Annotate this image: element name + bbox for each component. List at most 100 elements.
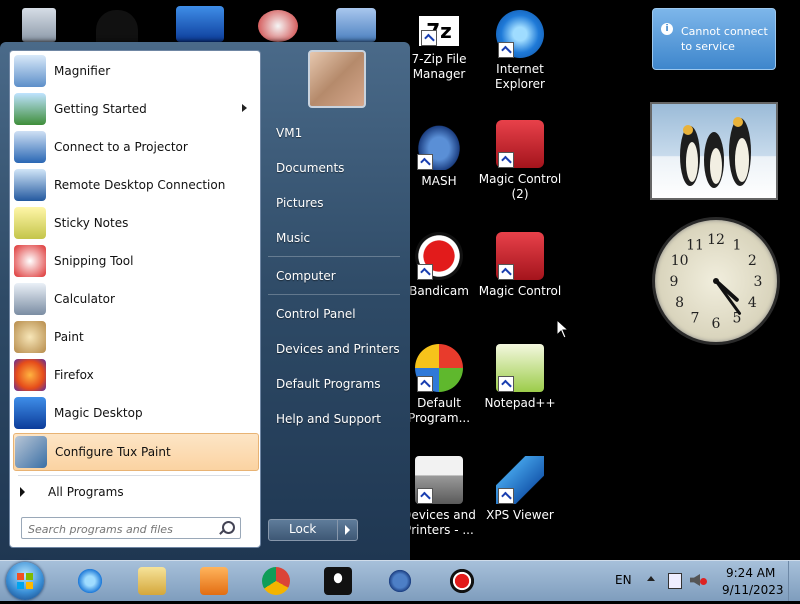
clock-numeral: 11 — [686, 238, 704, 254]
tux-icon[interactable] — [96, 10, 138, 42]
divider — [268, 256, 400, 257]
divider — [18, 475, 250, 476]
program-item-label: Firefox — [54, 368, 94, 382]
program-item-label: Magic Desktop — [54, 406, 143, 420]
bandicam-icon — [448, 567, 476, 595]
mouse-cursor-icon — [556, 319, 570, 339]
network-icon[interactable] — [668, 573, 682, 589]
desktop-icon-magic-control[interactable]: Magic Control — [478, 232, 562, 299]
language-indicator[interactable]: EN — [615, 573, 632, 587]
scissors-icon — [14, 245, 46, 277]
snipping-tool-icon[interactable] — [258, 10, 298, 42]
program-item-label: Paint — [54, 330, 84, 344]
program-item-label: Connect to a Projector — [54, 140, 188, 154]
desktop-icon-xps-viewer[interactable]: XPS Viewer — [478, 456, 562, 523]
internet-explorer-icon — [76, 567, 104, 595]
desktop-icon-magic-control-2[interactable]: Magic Control (2) — [478, 120, 562, 202]
clock-numeral: 12 — [707, 232, 725, 248]
clock-numeral: 10 — [671, 253, 689, 269]
start-right-item[interactable]: VM1 — [276, 126, 302, 140]
default-programs-icon — [415, 344, 463, 392]
start-button[interactable] — [6, 562, 44, 600]
recycle-bin-icon[interactable] — [22, 8, 56, 42]
start-right-item[interactable]: Control Panel — [276, 307, 356, 321]
desktop-icon-internet-explorer[interactable]: Internet Explorer — [478, 10, 562, 92]
start-right-item[interactable]: Devices and Printers — [276, 342, 400, 356]
clock-numeral: 3 — [754, 274, 763, 290]
clock-face: 12 1234567891011 — [670, 232, 763, 332]
program-item[interactable]: Remote Desktop Connection — [13, 167, 257, 203]
taskbar-app[interactable] — [380, 564, 420, 598]
clock-numeral: 7 — [691, 310, 700, 326]
program-item[interactable]: Connect to a Projector — [13, 129, 257, 165]
show-hidden-icons-arrow[interactable] — [647, 576, 655, 581]
start-right-item[interactable]: Help and Support — [276, 412, 381, 426]
internet-explorer-icon — [496, 10, 544, 58]
shutdown-options-arrow[interactable] — [337, 520, 357, 540]
program-item[interactable]: Calculator — [13, 281, 257, 317]
magic-desktop-icon[interactable] — [176, 6, 224, 42]
projector-icon — [14, 131, 46, 163]
mash-icon — [415, 122, 463, 170]
file-explorer-icon — [138, 567, 166, 595]
divider — [268, 294, 400, 295]
program-item[interactable]: Configure Tux Paint — [13, 433, 259, 471]
printer-icon — [415, 456, 463, 504]
taskbar: EN 9:24 AM 9/11/2023 — [0, 560, 800, 601]
clock-numeral: 2 — [748, 253, 757, 269]
program-item-label: Snipping Tool — [54, 254, 134, 268]
notification-line2: to service — [681, 40, 735, 53]
clock-center-pin — [713, 278, 719, 284]
triangle-right-icon — [20, 487, 25, 497]
mute-x-icon — [700, 578, 707, 585]
music-icon[interactable] — [336, 8, 376, 42]
program-item[interactable]: Getting Started — [13, 91, 257, 127]
magnifier-icon — [14, 55, 46, 87]
getting-started-icon — [14, 93, 46, 125]
chrome-icon — [262, 567, 290, 595]
magic-desktop-icon — [14, 397, 46, 429]
start-menu-programs-pane: Magnifier Getting Started Connect to a Pro… — [9, 50, 261, 548]
media-player-icon — [200, 567, 228, 595]
search-icon[interactable] — [222, 521, 235, 534]
clock-numeral: 8 — [675, 295, 684, 311]
tux-icon — [324, 567, 352, 595]
start-right-item[interactable]: Default Programs — [276, 377, 381, 391]
volume-muted-icon[interactable] — [690, 574, 700, 586]
desktop-icon-notepadpp[interactable]: Notepad++ — [478, 344, 562, 411]
start-right-item[interactable]: Pictures — [276, 196, 324, 210]
program-item[interactable]: Magnifier — [13, 53, 257, 89]
program-item[interactable]: Paint — [13, 319, 257, 355]
program-item-label: Calculator — [54, 292, 115, 306]
clock-date[interactable]: 9/11/2023 — [722, 583, 784, 597]
user-account-picture[interactable] — [308, 50, 366, 108]
start-right-item[interactable]: Computer — [276, 269, 336, 283]
taskbar-app[interactable] — [132, 564, 172, 598]
taskbar-app[interactable] — [318, 564, 358, 598]
start-right-item[interactable]: Music — [276, 231, 310, 245]
show-desktop-button[interactable] — [788, 561, 800, 601]
program-item[interactable]: Firefox — [13, 357, 257, 393]
penguins-photo — [680, 117, 751, 188]
notepadpp-icon — [496, 344, 544, 392]
program-item-label: Sticky Notes — [54, 216, 129, 230]
search-input[interactable] — [22, 520, 218, 539]
lock-button[interactable]: Lock — [268, 519, 358, 541]
taskbar-app[interactable] — [194, 564, 234, 598]
taskbar-app[interactable] — [256, 564, 296, 598]
magic-control-icon — [496, 120, 544, 168]
clock-time[interactable]: 9:24 AM — [726, 566, 775, 580]
all-programs-button[interactable]: All Programs — [10, 481, 258, 505]
xps-viewer-icon — [496, 456, 544, 504]
search-programs-box[interactable] — [21, 517, 241, 539]
slideshow-gadget[interactable] — [650, 102, 778, 200]
submenu-arrow-icon — [242, 104, 247, 112]
taskbar-app[interactable] — [70, 564, 110, 598]
clock-numeral: 1 — [733, 238, 742, 254]
weather-gadget-error[interactable]: i Cannot connect to service — [652, 8, 776, 70]
program-item[interactable]: Snipping Tool — [13, 243, 257, 279]
program-item[interactable]: Magic Desktop — [13, 395, 257, 431]
taskbar-app[interactable] — [442, 564, 482, 598]
program-item[interactable]: Sticky Notes — [13, 205, 257, 241]
start-right-item[interactable]: Documents — [276, 161, 344, 175]
